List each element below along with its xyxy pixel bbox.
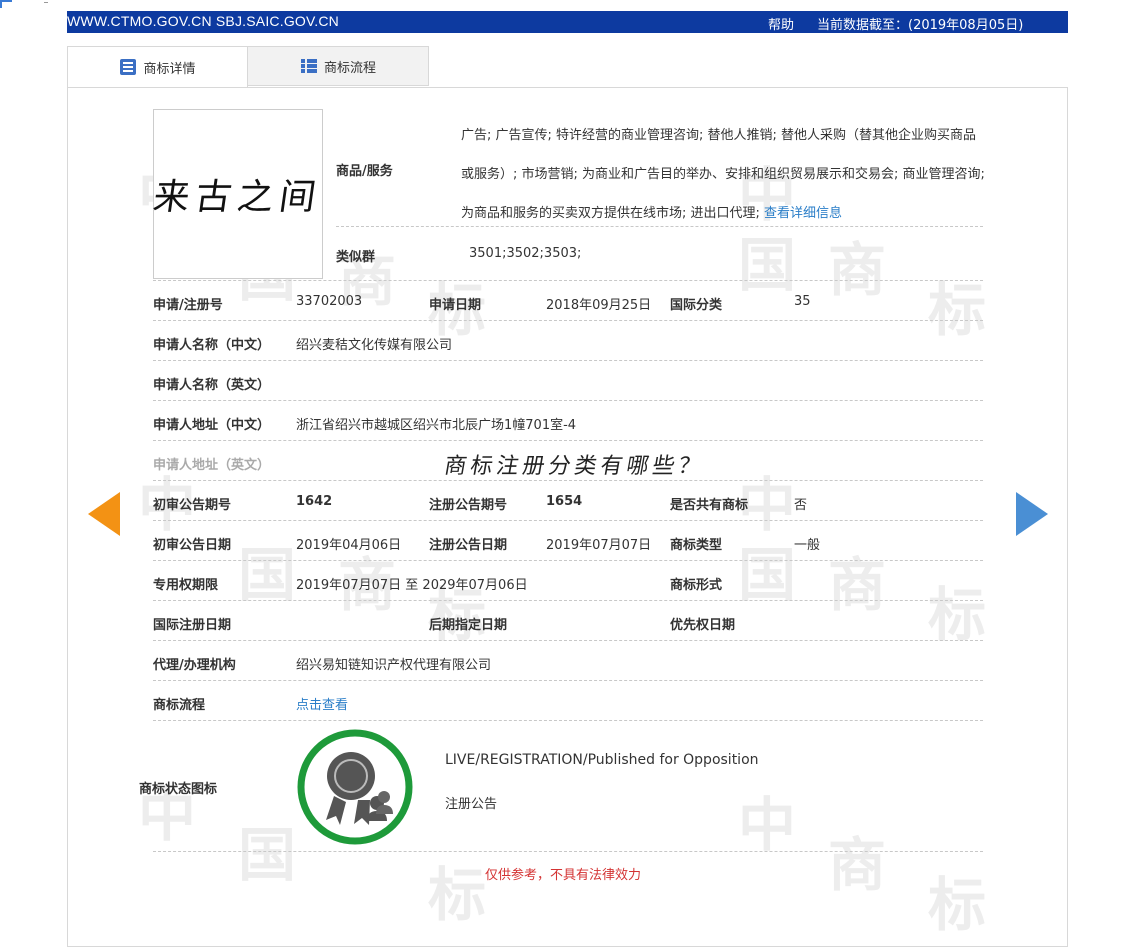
reg-pub-date-label: 注册公告日期 bbox=[429, 538, 508, 553]
app-date-label: 申请日期 bbox=[429, 298, 482, 313]
watermark-char: 商 bbox=[828, 551, 887, 619]
tm-form-label: 商标形式 bbox=[670, 578, 723, 593]
handwritten-question-overlay: 商标注册分类有哪些？ bbox=[442, 454, 707, 479]
prelim-date-value: 2019年04月06日 bbox=[296, 538, 402, 553]
divider bbox=[153, 440, 983, 441]
logo-calligraphy: 来古之间 bbox=[150, 177, 325, 218]
reg-no-value: 33702003 bbox=[296, 294, 363, 309]
intl-class-label: 国际分类 bbox=[670, 298, 723, 313]
watermark-char: 标 bbox=[428, 861, 487, 929]
disclaimer-text: 仅供参考，不具有法律效力 bbox=[485, 868, 642, 883]
browser-top-strip bbox=[0, 0, 1148, 10]
address-cn-label: 申请人地址（中文） bbox=[153, 418, 271, 433]
help-link[interactable]: 帮助 bbox=[768, 14, 794, 33]
divider bbox=[153, 360, 983, 361]
shared-label: 是否共有商标 bbox=[670, 498, 749, 513]
tm-type-label: 商标类型 bbox=[670, 538, 723, 553]
watermark-char: 标 bbox=[928, 871, 987, 939]
similar-group-label: 类似群 bbox=[336, 250, 376, 265]
tm-type-value: 一般 bbox=[794, 538, 821, 553]
list-icon bbox=[300, 59, 317, 73]
later-designation-label: 后期指定日期 bbox=[429, 618, 508, 633]
divider bbox=[153, 560, 983, 561]
divider bbox=[153, 480, 983, 481]
process-view-link[interactable]: 点击查看 bbox=[296, 694, 348, 713]
applicant-cn-label: 申请人名称（中文） bbox=[153, 338, 271, 353]
divider bbox=[153, 320, 983, 321]
tab-label: 商标流程 bbox=[323, 60, 376, 76]
app-date-value: 2018年09月25日 bbox=[546, 298, 652, 313]
reg-pub-date-value: 2019年07月07日 bbox=[546, 538, 652, 553]
intl-reg-date-label: 国际注册日期 bbox=[153, 618, 232, 633]
goods-label: 商品/服务 bbox=[336, 164, 393, 179]
next-arrow-icon[interactable] bbox=[1016, 492, 1048, 536]
status-icon-label: 商标状态图标 bbox=[139, 782, 218, 797]
watermark-char: 商 bbox=[828, 236, 887, 304]
address-cn-value: 浙江省绍兴市越城区绍兴市北辰广场1幢701室-4 bbox=[296, 418, 577, 433]
previous-arrow-icon[interactable] bbox=[88, 492, 120, 536]
applicant-en-label: 申请人名称（英文） bbox=[153, 378, 271, 393]
watermark-char: 国 bbox=[238, 821, 297, 889]
prelim-no-label: 初审公告期号 bbox=[153, 498, 232, 513]
goods-services-value: 广告; 广告宣传; 特许经营的商业管理咨询; 替他人推销; 替他人采购（替其他企… bbox=[461, 128, 985, 221]
divider bbox=[153, 400, 983, 401]
divider bbox=[153, 280, 983, 281]
document-list-icon bbox=[120, 59, 137, 75]
exclusive-value: 2019年07月07日 至 2029年07月06日 bbox=[296, 578, 528, 593]
tab-bar: 商标详情 商标流程 bbox=[67, 46, 1068, 88]
prelim-no-value: 1642 bbox=[296, 494, 333, 509]
divider bbox=[153, 851, 983, 852]
watermark-char: 商 bbox=[828, 831, 887, 899]
prelim-date-label: 初审公告日期 bbox=[153, 538, 232, 553]
applicant-cn-value: 绍兴麦秸文化传媒有限公司 bbox=[296, 338, 453, 353]
watermark-char: 中 bbox=[738, 791, 797, 859]
dash-mark bbox=[44, 2, 48, 3]
agent-label: 代理/办理机构 bbox=[153, 658, 236, 673]
reg-no-label: 申请/注册号 bbox=[153, 298, 223, 313]
address-en-label: 申请人地址（英文） bbox=[153, 458, 271, 473]
watermark-char: 标 bbox=[928, 276, 987, 344]
priority-date-label: 优先权日期 bbox=[670, 618, 736, 633]
status-english: LIVE/REGISTRATION/Published for Oppositi… bbox=[445, 752, 759, 768]
shared-value: 否 bbox=[794, 498, 808, 513]
similar-group-value: 3501;3502;3503; bbox=[469, 246, 582, 261]
trademark-logo-image: 来古之间 bbox=[150, 109, 325, 279]
trademark-detail-panel: 中 国 商 标 中 国 商 标 中 国 商 标 中 国 商 标 中 国 标 中 … bbox=[67, 87, 1068, 947]
exclusive-label: 专用权期限 bbox=[153, 578, 219, 593]
divider bbox=[336, 226, 983, 227]
divider bbox=[153, 520, 983, 521]
agent-value: 绍兴易知链知识产权代理有限公司 bbox=[296, 658, 492, 673]
intl-class-value: 35 bbox=[794, 294, 811, 309]
divider bbox=[153, 720, 983, 721]
tab-label: 商标详情 bbox=[143, 61, 196, 77]
reg-pub-no-label: 注册公告期号 bbox=[429, 498, 508, 513]
registration-status-badge-icon bbox=[297, 729, 413, 845]
goods-services-text: 广告; 广告宣传; 特许经营的商业管理咨询; 替他人推销; 替他人采购（替其他企… bbox=[461, 116, 989, 233]
reg-pub-no-value: 1654 bbox=[546, 494, 583, 509]
data-as-of: 当前数据截至：(2019年08月05日) bbox=[817, 18, 1024, 33]
divider bbox=[153, 640, 983, 641]
view-details-link[interactable]: 查看详细信息 bbox=[764, 206, 842, 221]
process-label: 商标流程 bbox=[153, 698, 206, 713]
divider bbox=[153, 680, 983, 681]
tab-trademark-process[interactable]: 商标流程 bbox=[248, 46, 429, 86]
site-urls[interactable]: WWW.CTMO.GOV.CN SBJ.SAIC.GOV.CN bbox=[67, 13, 339, 29]
site-header: WWW.CTMO.GOV.CN SBJ.SAIC.GOV.CN 帮助 当前数据截… bbox=[67, 11, 1068, 35]
tab-trademark-details[interactable]: 商标详情 bbox=[67, 46, 248, 88]
status-chinese: 注册公告 bbox=[445, 797, 498, 812]
divider bbox=[153, 600, 983, 601]
corner-mark bbox=[0, 0, 12, 8]
